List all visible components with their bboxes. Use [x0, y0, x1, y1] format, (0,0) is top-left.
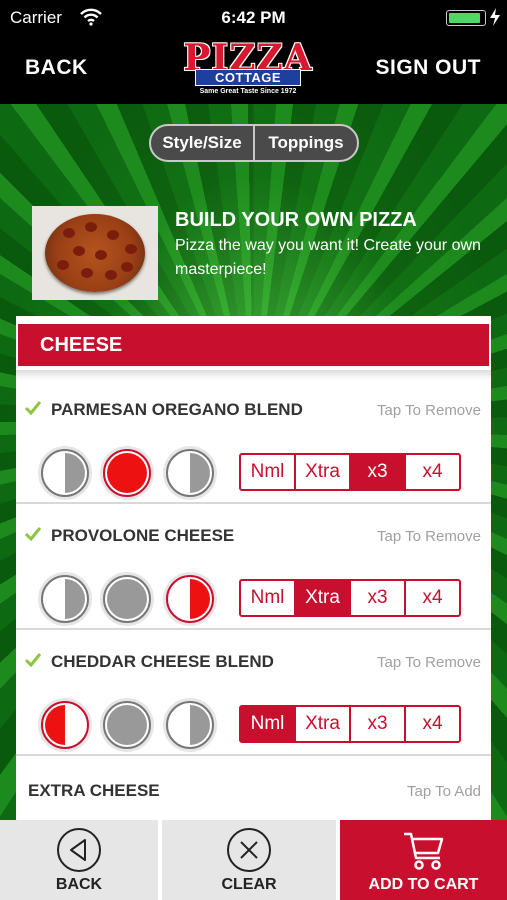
pepperoni [125, 244, 137, 254]
tap-to-remove-link[interactable]: Tap To Remove [377, 402, 481, 419]
pepperoni [85, 222, 97, 232]
shopping-cart-icon [403, 832, 443, 870]
qty-xtra[interactable]: Xtra [294, 707, 349, 741]
pepperoni [121, 262, 133, 272]
toppings-panel: CHEESE PARMESAN OREGANO BLEND Tap To Rem… [16, 316, 491, 820]
bottom-toolbar: BACK CLEAR ADD TO CART [0, 820, 507, 900]
nav-bar: BACK PIZZA COTTAGE Same Great Taste Sinc… [0, 36, 507, 104]
pepperoni [57, 260, 69, 270]
pepperoni [81, 268, 93, 278]
topping-name: PROVOLONE CHEESE [51, 526, 235, 545]
topping-name: PARMESAN OREGANO BLEND [51, 400, 303, 419]
row-divider [16, 754, 491, 756]
topping-row-parmesan[interactable]: PARMESAN OREGANO BLEND Tap To Remove [16, 316, 491, 442]
left-half-button[interactable] [41, 701, 89, 749]
whole-pizza-button[interactable] [103, 701, 151, 749]
back-label: BACK [55, 876, 103, 893]
battery-level [449, 13, 480, 23]
quantity-selector: Nml Xtra x3 x4 [239, 705, 461, 743]
product-title: BUILD YOUR OWN PIZZA [175, 209, 417, 231]
qty-x4[interactable]: x4 [404, 707, 459, 741]
check-icon [24, 653, 42, 668]
nav-back-button[interactable]: BACK [25, 56, 88, 80]
pepperoni [107, 230, 119, 240]
qty-x3[interactable]: x3 [349, 707, 404, 741]
pizza-photo [45, 214, 145, 292]
pepperoni [95, 250, 107, 260]
topping-name: CHEDDAR CHEESE BLEND [51, 652, 274, 671]
check-icon [24, 401, 42, 416]
add-to-cart-button[interactable]: ADD TO CART [340, 820, 507, 900]
tab-toppings[interactable]: Toppings [253, 126, 357, 160]
clear-button[interactable]: CLEAR [162, 820, 340, 900]
logo-tagline: Same Great Taste Since 1972 [199, 88, 297, 95]
add-to-cart-label: ADD TO CART [368, 876, 479, 893]
topping-row-provolone[interactable]: PROVOLONE CHEESE Tap To Remove [16, 442, 491, 568]
pepperoni [63, 228, 75, 238]
back-button[interactable]: BACK [0, 820, 162, 900]
status-bar: Carrier 6:42 PM [0, 0, 507, 36]
qty-nml[interactable]: Nml [241, 707, 294, 741]
back-arrow-icon [57, 828, 101, 872]
battery-icon [446, 10, 486, 26]
pepperoni [105, 270, 117, 280]
clock: 6:42 PM [221, 8, 286, 27]
clear-x-icon [227, 828, 271, 872]
pepperoni [73, 246, 85, 256]
tap-to-remove-link[interactable]: Tap To Remove [377, 654, 481, 671]
check-icon [24, 527, 42, 542]
tap-to-remove-link[interactable]: Tap To Remove [377, 528, 481, 545]
style-toppings-segmented-control: Style/Size Toppings [149, 124, 359, 162]
charging-bolt-icon [490, 8, 500, 26]
logo-sub-text: COTTAGE [195, 69, 301, 86]
tap-to-add-link[interactable]: Tap To Add [407, 783, 481, 800]
tab-style-size[interactable]: Style/Size [151, 126, 253, 160]
right-half-button[interactable] [166, 701, 214, 749]
pizza-cottage-logo: PIZZA COTTAGE Same Great Taste Since 197… [163, 39, 333, 99]
pizza-image [32, 206, 158, 300]
topping-row-cheddar[interactable]: CHEDDAR CHEESE BLEND Tap To Remove [16, 568, 491, 694]
clear-label: CLEAR [221, 876, 277, 893]
product-description: Pizza the way you want it! Create your o… [175, 237, 481, 278]
sign-out-button[interactable]: SIGN OUT [375, 56, 481, 80]
topping-name-extra-cheese: EXTRA CHEESE [28, 781, 160, 800]
